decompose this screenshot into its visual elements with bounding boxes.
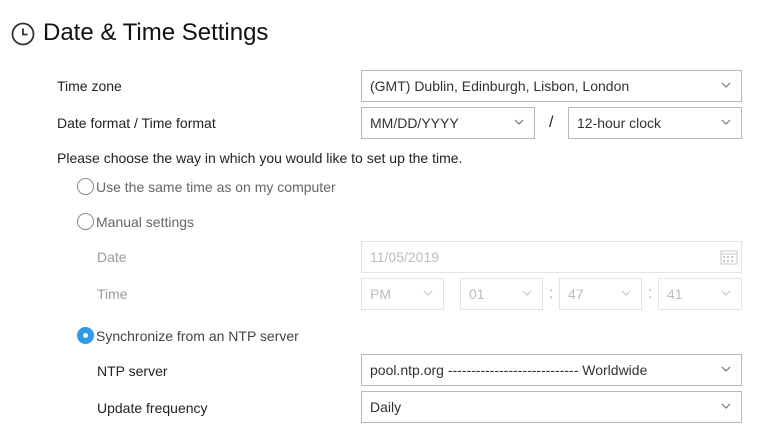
update-frequency-select[interactable]: Daily xyxy=(361,391,742,423)
second-select[interactable]: 41 xyxy=(658,278,742,310)
chevron-down-icon xyxy=(423,290,433,296)
hour-value: 01 xyxy=(469,286,485,302)
hour-select[interactable]: 01 xyxy=(460,278,543,310)
second-value: 41 xyxy=(667,286,683,302)
clock-icon xyxy=(11,22,35,46)
time-format-select[interactable]: 12-hour clock xyxy=(568,107,742,139)
option-ntp-sync-label: Synchronize from an NTP server xyxy=(96,328,299,344)
chevron-down-icon xyxy=(522,290,532,296)
date-label: Date xyxy=(97,249,127,265)
date-format-value: MM/DD/YYYY xyxy=(370,115,459,131)
minute-value: 47 xyxy=(568,286,584,302)
chevron-down-icon xyxy=(514,119,524,125)
chevron-down-icon xyxy=(721,290,731,296)
format-label: Date format / Time format xyxy=(57,115,216,131)
ntp-server-value: pool.ntp.org ---------------------------… xyxy=(370,362,648,378)
calendar-icon[interactable] xyxy=(720,249,738,265)
chevron-down-icon xyxy=(721,82,731,88)
time-zone-select[interactable]: (GMT) Dublin, Edinburgh, Lisbon, London xyxy=(361,70,742,102)
option-ntp-sync[interactable]: Synchronize from an NTP server xyxy=(77,327,337,345)
time-colon: : xyxy=(549,285,554,302)
ampm-value: PM xyxy=(370,286,391,302)
time-colon: : xyxy=(648,285,653,302)
time-label: Time xyxy=(97,286,128,302)
option-computer-time-label: Use the same time as on my computer xyxy=(96,179,336,195)
instruction-text: Please choose the way in which you would… xyxy=(57,150,463,166)
ntp-server-select[interactable]: pool.ntp.org ---------------------------… xyxy=(361,354,742,386)
radio-manual-settings[interactable] xyxy=(77,213,94,230)
date-format-select[interactable]: MM/DD/YYYY xyxy=(361,107,535,139)
format-separator: / xyxy=(549,114,554,131)
ampm-select[interactable]: PM xyxy=(361,278,444,310)
option-manual-settings-label: Manual settings xyxy=(96,214,195,230)
ntp-server-label: NTP server xyxy=(97,363,168,379)
page-title: Date & Time Settings xyxy=(43,19,269,46)
chevron-down-icon xyxy=(721,366,731,372)
option-manual-settings[interactable]: Manual settings xyxy=(77,213,277,231)
update-frequency-value: Daily xyxy=(370,399,402,415)
radio-computer-time[interactable] xyxy=(77,178,94,195)
chevron-down-icon xyxy=(721,403,731,409)
date-input[interactable]: 11/05/2019 xyxy=(361,241,742,273)
minute-select[interactable]: 47 xyxy=(559,278,642,310)
update-frequency-label: Update frequency xyxy=(97,400,208,416)
chevron-down-icon xyxy=(721,119,731,125)
time-zone-value: (GMT) Dublin, Edinburgh, Lisbon, London xyxy=(370,78,630,94)
chevron-down-icon xyxy=(621,290,631,296)
time-format-value: 12-hour clock xyxy=(577,115,662,131)
option-computer-time[interactable]: Use the same time as on my computer xyxy=(77,178,377,196)
radio-ntp-sync[interactable] xyxy=(77,327,94,344)
date-value: 11/05/2019 xyxy=(370,249,440,265)
time-zone-label: Time zone xyxy=(57,78,122,94)
